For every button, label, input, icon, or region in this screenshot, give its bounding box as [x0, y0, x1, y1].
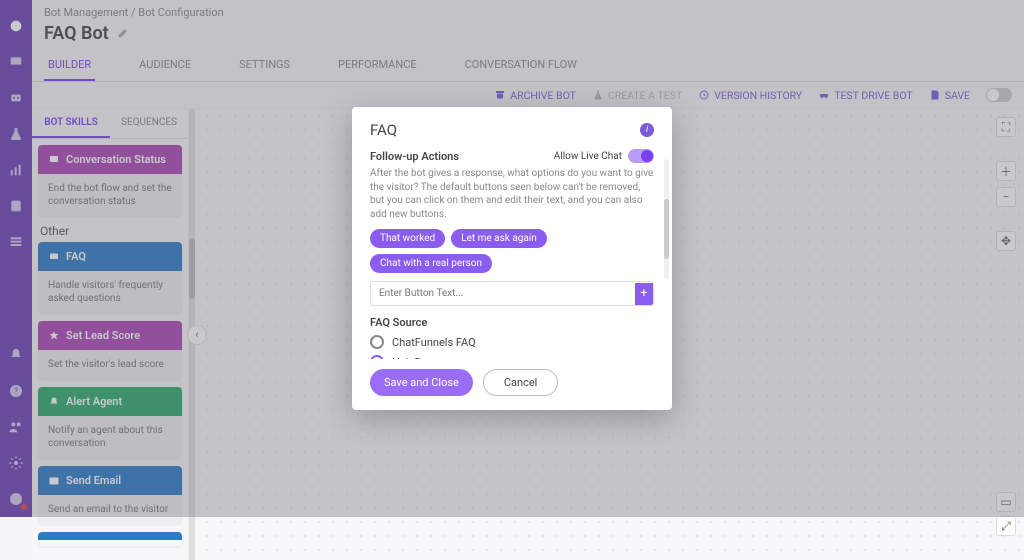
new-button-input-row: + — [370, 281, 654, 306]
radio-icon — [370, 355, 384, 359]
followup-chips: That worked Let me ask again Chat with a… — [370, 229, 654, 273]
modal-overlay[interactable]: FAQ i Follow-up Actions Allow Live Chat … — [0, 0, 1024, 517]
modal-title: FAQ — [370, 121, 397, 139]
modal-footer: Save and Close Cancel — [352, 359, 672, 410]
radio-icon — [370, 335, 384, 349]
info-icon[interactable]: i — [640, 123, 654, 137]
expand-icon[interactable]: ⤢ — [996, 516, 1016, 536]
followup-description: After the bot gives a response, what opt… — [370, 167, 654, 221]
chip-that-worked[interactable]: That worked — [370, 229, 445, 248]
source-helpdocs[interactable]: HelpDocs — [370, 355, 654, 359]
chip-chat-real-person[interactable]: Chat with a real person — [370, 254, 492, 273]
add-button-icon[interactable]: + — [635, 283, 653, 305]
cancel-button[interactable]: Cancel — [483, 369, 558, 396]
modal-scrollbar[interactable] — [664, 159, 669, 279]
save-and-close-button[interactable]: Save and Close — [370, 369, 473, 396]
live-chat-label: Allow Live Chat — [554, 151, 622, 162]
live-chat-toggle[interactable] — [628, 149, 654, 163]
modal-body: Follow-up Actions Allow Live Chat After … — [352, 149, 672, 359]
followup-section-title: Follow-up Actions — [370, 150, 459, 163]
faq-modal: FAQ i Follow-up Actions Allow Live Chat … — [352, 107, 672, 410]
new-button-input[interactable] — [371, 282, 635, 305]
source-chatfunnels[interactable]: ChatFunnels FAQ — [370, 335, 654, 349]
skill-more[interactable] — [38, 532, 182, 546]
chip-let-me-ask-again[interactable]: Let me ask again — [451, 229, 547, 248]
modal-header: FAQ i — [352, 107, 672, 149]
faq-source-title: FAQ Source — [370, 316, 654, 329]
